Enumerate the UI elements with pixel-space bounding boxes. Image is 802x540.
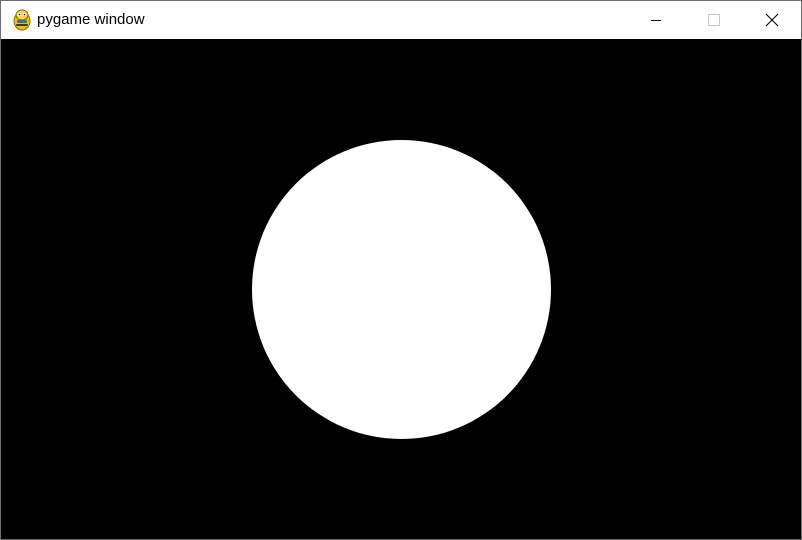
title-bar[interactable]: pygame window (1, 1, 801, 39)
close-button[interactable] (743, 1, 801, 39)
minimize-button[interactable] (627, 1, 685, 39)
window-controls (627, 1, 801, 39)
close-icon (765, 13, 779, 27)
window-title: pygame window (37, 11, 145, 28)
white-circle (252, 140, 551, 439)
maximize-icon (708, 14, 720, 26)
pygame-snake-icon[interactable] (11, 9, 33, 31)
maximize-button[interactable] (685, 1, 743, 39)
minimize-icon (650, 14, 662, 26)
pygame-window: pygame window (0, 0, 802, 540)
game-canvas[interactable] (1, 39, 801, 539)
